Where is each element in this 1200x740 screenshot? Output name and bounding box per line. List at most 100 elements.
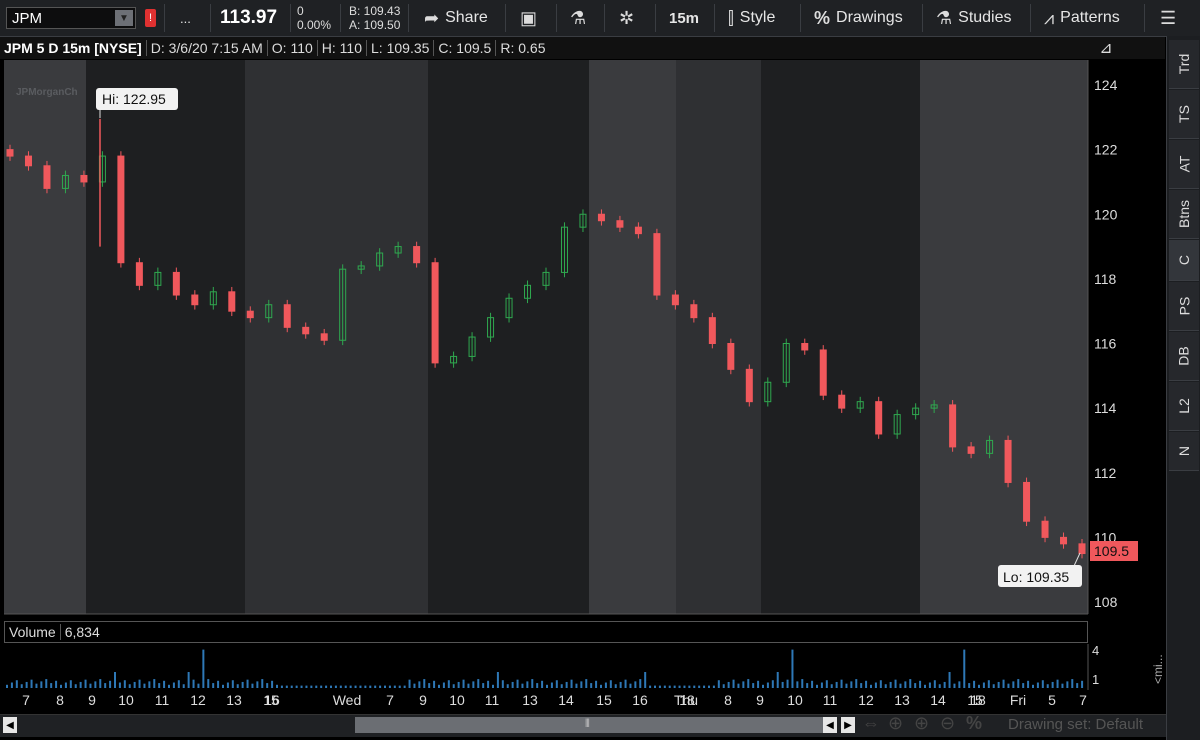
volume-bar (1032, 684, 1034, 688)
volume-bar (6, 684, 8, 688)
volume-bar (531, 679, 534, 688)
symbol-input[interactable]: JPM ▼ (6, 7, 136, 29)
volume-bar (585, 679, 588, 688)
volume-bar (820, 682, 823, 688)
style-button[interactable]: ⫿ Style (728, 0, 775, 36)
studies-lab-button[interactable]: ⚗ (570, 0, 586, 36)
tab-trd[interactable]: Trd (1169, 40, 1199, 89)
tab-n[interactable]: N (1169, 432, 1199, 471)
scroll-right-arrow[interactable]: ▶ (841, 717, 855, 733)
volume-bar (933, 680, 936, 688)
candle-body (597, 213, 605, 222)
volume-chart[interactable]: 4 1 <mi... (0, 644, 1166, 690)
pan-icon[interactable]: ⇔ (862, 713, 880, 734)
tab-at[interactable]: AT (1169, 140, 1199, 189)
volume-bar (884, 684, 887, 688)
scroll-thumb[interactable] (355, 717, 825, 733)
zoom-out-icon[interactable]: ⊖ (940, 713, 955, 734)
volume-bar (69, 680, 72, 688)
volume-bar (1051, 681, 1054, 688)
volume-bar (708, 685, 710, 688)
volume-bar (99, 679, 102, 688)
share-label: Share (445, 9, 488, 26)
alert-badge[interactable]: ! (145, 9, 156, 27)
volume-bar (555, 680, 558, 688)
volume-bar (94, 681, 97, 688)
chart-settings-button[interactable]: ▣ (520, 0, 537, 36)
volume-bar (330, 685, 332, 688)
volume-bar (688, 685, 691, 688)
menu-button[interactable]: ☰ (1160, 0, 1176, 36)
volume-bar (683, 685, 686, 688)
volume-bar (1036, 682, 1039, 688)
volume-bar (462, 679, 465, 688)
candle-body (1060, 536, 1068, 545)
volume-bar (649, 685, 652, 688)
share-button[interactable]: ➦ Share (424, 0, 488, 36)
bar-close: C: 109.5 (434, 40, 497, 56)
settings-button[interactable]: ✲ (619, 0, 634, 36)
price-chart[interactable]: JPMorganCh 124122120118116114112110108 H… (0, 60, 1166, 616)
percent-icon[interactable]: % (966, 713, 982, 734)
patterns-button[interactable]: ⩘ Patterns (1044, 0, 1120, 36)
volume-bar (290, 685, 293, 688)
candle-body (1004, 439, 1012, 483)
volume-bar (408, 679, 411, 688)
patterns-label: Patterns (1060, 9, 1120, 26)
volume-bar (600, 684, 602, 688)
volume-bar (948, 672, 951, 688)
volume-bar (300, 685, 303, 688)
volume-bar (148, 681, 151, 688)
studies-button[interactable]: ⚗ Studies (936, 0, 1012, 36)
scroll-left-step-arrow[interactable]: ◀ (823, 717, 837, 733)
x-tick-label: Wed (333, 692, 362, 708)
volume-bar (840, 679, 843, 688)
zoom-in-icon[interactable]: ⊕ (914, 713, 929, 734)
volume-bar (766, 682, 769, 688)
volume-bar (305, 685, 308, 688)
last-price: 113.97 (220, 7, 278, 28)
x-tick-label: 8 (56, 692, 64, 708)
volume-bar (30, 679, 33, 688)
volume-bar (398, 685, 401, 688)
tab-ps[interactable]: PS (1169, 282, 1199, 331)
drawings-button[interactable]: % Drawings (814, 0, 903, 36)
volume-bar (1002, 679, 1005, 688)
volume-bar (973, 680, 976, 688)
candle-body (634, 226, 642, 235)
volume-bar (388, 685, 391, 688)
x-tick-label: 9 (756, 692, 764, 708)
volume-bar (74, 684, 77, 688)
tab-ts[interactable]: TS (1169, 90, 1199, 139)
gear-icon: ✲ (619, 7, 635, 28)
tab-c[interactable]: C (1169, 240, 1199, 281)
change-value: 0 (297, 4, 304, 18)
volume-bar (909, 679, 912, 688)
tab-l2[interactable]: L2 (1169, 382, 1199, 431)
crosshair-icon[interactable]: ⊕ (888, 713, 903, 734)
volume-bar (55, 680, 58, 688)
volume-bar (874, 682, 877, 688)
volume-value: 6,834 (64, 624, 100, 640)
scroll-left-arrow[interactable]: ◀ (3, 717, 17, 733)
volume-bar (703, 685, 706, 688)
more-button[interactable]: ... (180, 0, 191, 36)
volume-bar (860, 683, 863, 688)
volume-bar (482, 683, 485, 688)
volume-bar (10, 682, 13, 688)
candlestick-icon: ⫿ (728, 7, 734, 28)
current-price-label: 109.5 (1094, 543, 1129, 559)
volume-bar (825, 680, 828, 688)
timeframe-select[interactable]: 15m (669, 0, 699, 36)
drawing-set-label[interactable]: Drawing set: Default (1008, 716, 1143, 733)
x-tick-label: Fri (1010, 692, 1026, 708)
side-collapse-label[interactable]: <mi... (1151, 654, 1165, 684)
tab-db[interactable]: DB (1169, 332, 1199, 381)
volume-bar (438, 684, 440, 688)
tab-btns[interactable]: Btns (1169, 190, 1199, 239)
chevron-down-icon[interactable]: ▼ (115, 10, 133, 26)
candle-body (838, 394, 846, 409)
collapse-chart-icon[interactable]: ⊿ (1093, 37, 1119, 59)
volume-bar (433, 680, 436, 688)
volume-bar (1012, 681, 1015, 688)
